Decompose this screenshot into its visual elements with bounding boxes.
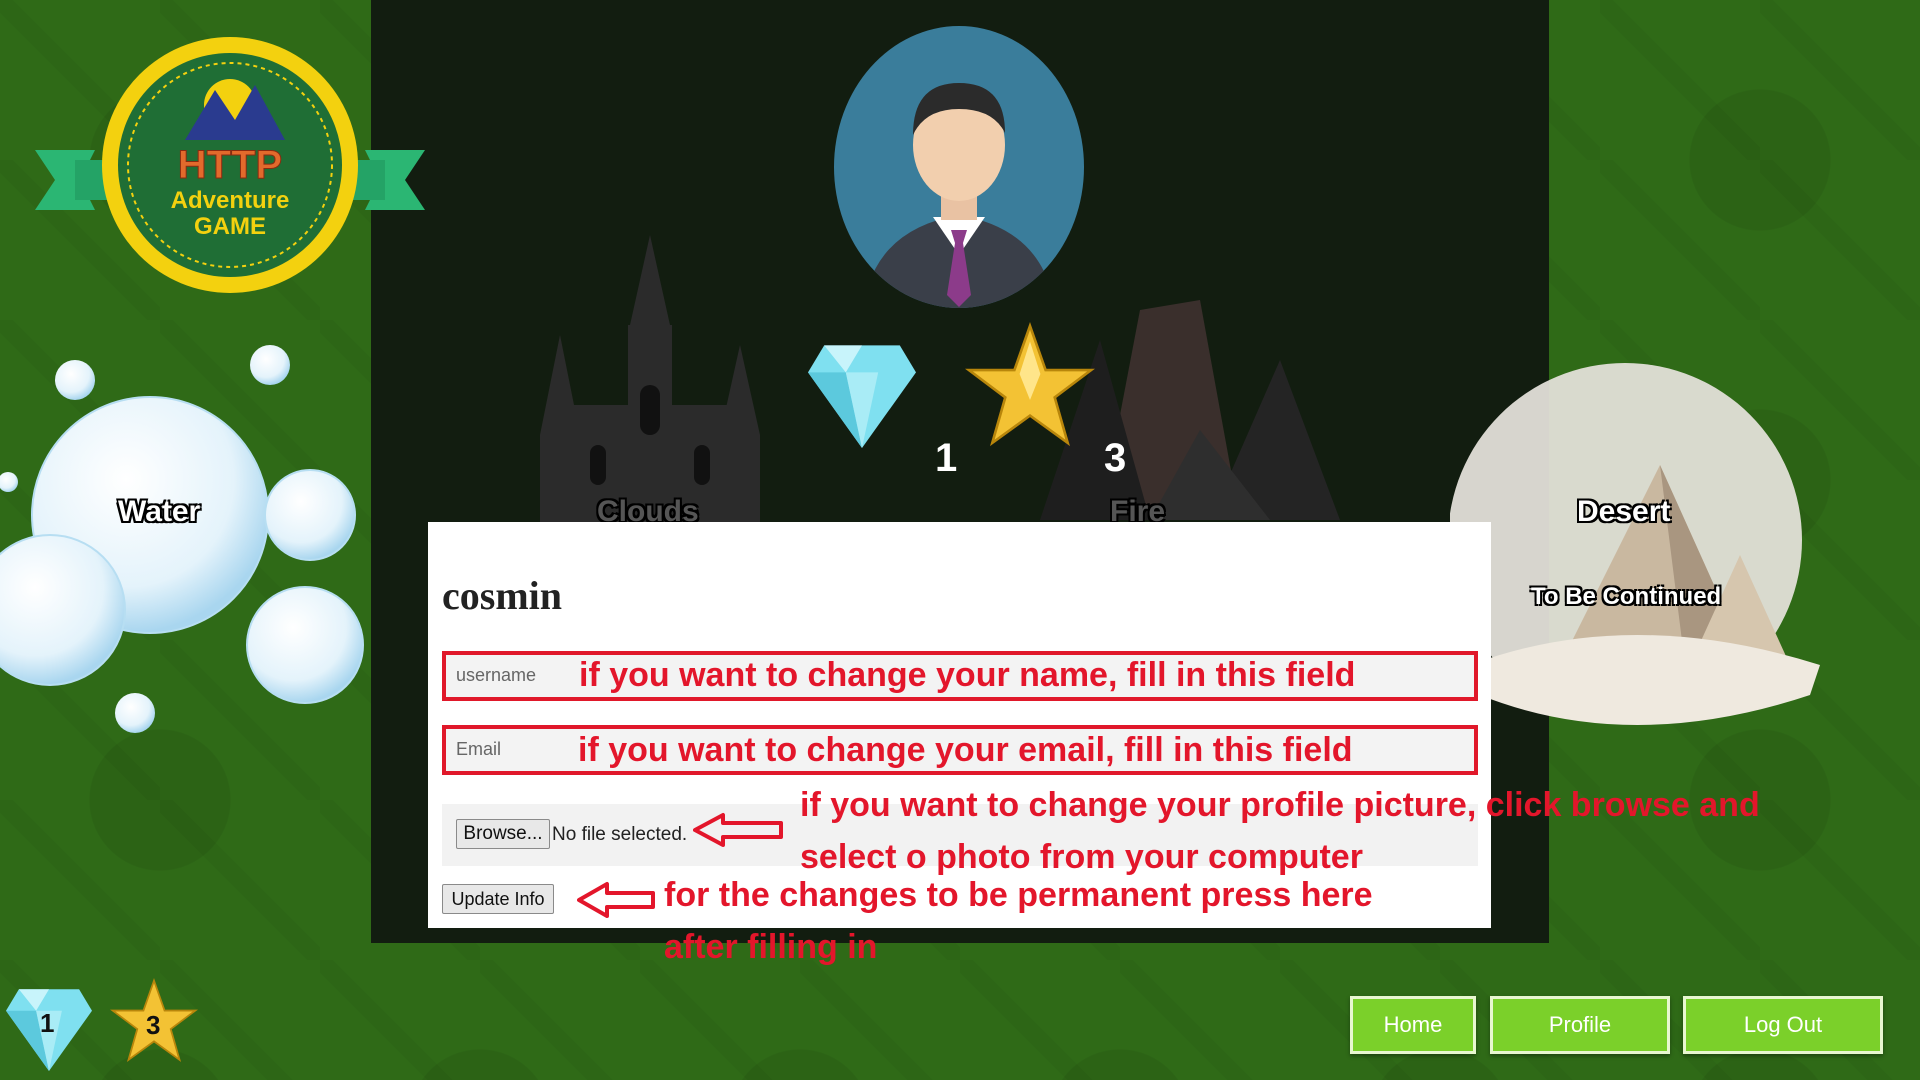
- picture-hint-annotation-1: if you want to change your profile pictu…: [800, 786, 1760, 824]
- diamond-count-small: 1: [40, 1008, 55, 1038]
- star-count-small: 3: [146, 1010, 161, 1040]
- home-button[interactable]: Home: [1350, 996, 1476, 1054]
- avatar-icon: [834, 26, 1084, 308]
- logo-line2: Adventure: [171, 187, 290, 214]
- update-hint-annotation-1: for the changes to be permanent press he…: [664, 876, 1373, 914]
- email-hint-annotation: if you want to change your email, fill i…: [578, 731, 1353, 769]
- desert-status-label: To Be Continued: [1531, 583, 1722, 610]
- browse-button[interactable]: Browse...: [456, 819, 550, 849]
- picture-hint-annotation-2: select o photo from your computer: [800, 838, 1363, 876]
- logo-line1: HTTP: [178, 143, 282, 187]
- update-hint-annotation-2: after filling in: [664, 928, 878, 966]
- email-input[interactable]: [454, 738, 568, 761]
- no-file-text: No file selected.: [552, 824, 688, 845]
- profile-username-title: cosmin: [442, 573, 562, 618]
- desert-image[interactable]: [1450, 335, 1830, 735]
- water-label[interactable]: Water: [118, 495, 200, 529]
- update-info-button[interactable]: Update Info: [442, 884, 554, 914]
- diamond-count: 1: [935, 436, 958, 480]
- logo-line3: GAME: [194, 213, 266, 240]
- arrow-left-icon: [693, 813, 783, 847]
- star-count: 3: [1104, 436, 1127, 480]
- http-adventure-logo: HTTP Adventure GAME: [35, 37, 425, 293]
- name-hint-annotation: if you want to change your name, fill in…: [579, 656, 1356, 694]
- diamond-icon: [808, 345, 916, 448]
- water-bubbles-image[interactable]: [0, 340, 370, 740]
- username-input[interactable]: [454, 664, 568, 687]
- logout-button[interactable]: Log Out: [1683, 996, 1883, 1054]
- clouds-castle-image[interactable]: [530, 235, 770, 525]
- arrow-left-icon-2: [577, 882, 655, 918]
- profile-button[interactable]: Profile: [1490, 996, 1670, 1054]
- desert-label[interactable]: Desert: [1577, 495, 1670, 529]
- star-icon: [965, 322, 1095, 447]
